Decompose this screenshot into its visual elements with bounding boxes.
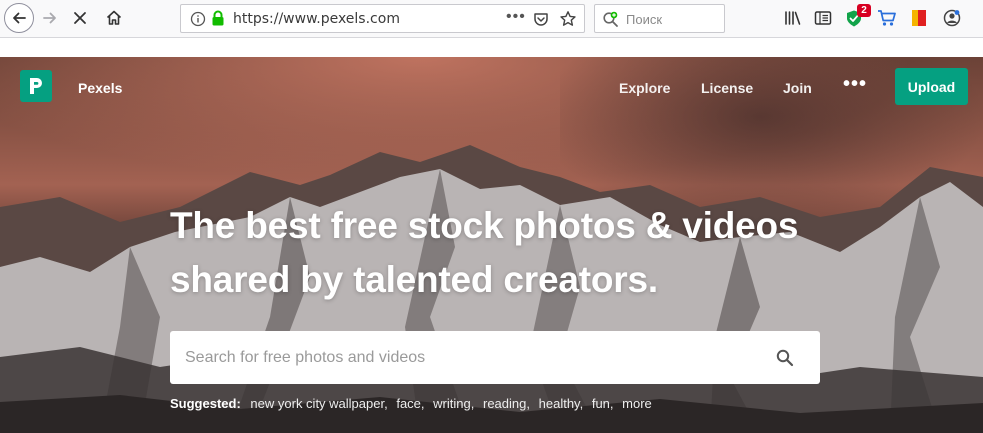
upload-button[interactable]: Upload — [895, 68, 968, 105]
suggestion-link[interactable]: face — [396, 396, 421, 411]
nav-license[interactable]: License — [701, 80, 753, 96]
forward-button[interactable] — [38, 6, 62, 30]
url-bar[interactable]: https://www.pexels.com ••• — [180, 4, 585, 33]
home-button[interactable] — [102, 6, 126, 30]
suggestion-link[interactable]: new york city wallpaper — [250, 396, 384, 411]
extension-badge: 2 — [857, 4, 871, 17]
stop-button[interactable] — [68, 6, 92, 30]
suggested-label: Suggested: — [170, 396, 241, 411]
browser-search-placeholder: Поиск — [626, 12, 663, 27]
nav-join[interactable]: Join — [783, 80, 812, 96]
pexels-logo-icon — [30, 78, 42, 94]
nav-more-menu[interactable]: ••• — [843, 73, 867, 96]
suggestion-link[interactable]: healthy — [539, 396, 580, 411]
back-arrow-icon — [13, 12, 26, 24]
headline-line-1: The best free stock photos & videos — [170, 205, 799, 246]
back-button[interactable] — [4, 3, 34, 33]
suggestion-more-link[interactable]: more — [622, 396, 652, 411]
stop-icon — [74, 12, 86, 24]
pexels-logo[interactable] — [20, 70, 52, 102]
headline-line-2: shared by talented creators. — [170, 259, 658, 300]
home-icon — [106, 10, 122, 25]
nav-explore[interactable]: Explore — [619, 80, 670, 96]
suggested-searches: Suggested: new york city wallpaper, face… — [170, 396, 652, 411]
account-icon[interactable] — [942, 8, 962, 28]
suggestion-link[interactable]: writing — [433, 396, 471, 411]
page-actions-menu[interactable]: ••• — [506, 8, 526, 26]
suggestion-link[interactable]: fun — [592, 396, 610, 411]
reader-view-icon[interactable] — [813, 8, 833, 28]
browser-toolbar: https://www.pexels.com ••• Поиск 2 — [0, 0, 983, 38]
forward-arrow-icon — [43, 12, 56, 24]
hero-search-input[interactable] — [185, 347, 745, 369]
info-icon[interactable] — [190, 11, 206, 27]
browser-search-field[interactable]: Поиск — [594, 4, 725, 33]
lock-icon[interactable] — [211, 10, 225, 27]
flag-extension-icon[interactable] — [909, 8, 929, 28]
hero-section: Pexels Explore License Join ••• Upload T… — [0, 57, 983, 433]
cart-icon[interactable] — [877, 8, 897, 28]
star-icon[interactable] — [559, 10, 577, 28]
suggestion-link[interactable]: reading — [483, 396, 526, 411]
pocket-icon[interactable] — [533, 11, 549, 27]
library-icon[interactable] — [783, 8, 803, 28]
url-text[interactable]: https://www.pexels.com — [233, 11, 400, 27]
hero-search-box[interactable] — [170, 331, 820, 384]
brand-name[interactable]: Pexels — [78, 80, 122, 96]
hero-headline: The best free stock photos & videos shar… — [170, 199, 860, 307]
search-icon[interactable] — [775, 348, 795, 368]
search-engine-icon[interactable] — [602, 11, 620, 28]
